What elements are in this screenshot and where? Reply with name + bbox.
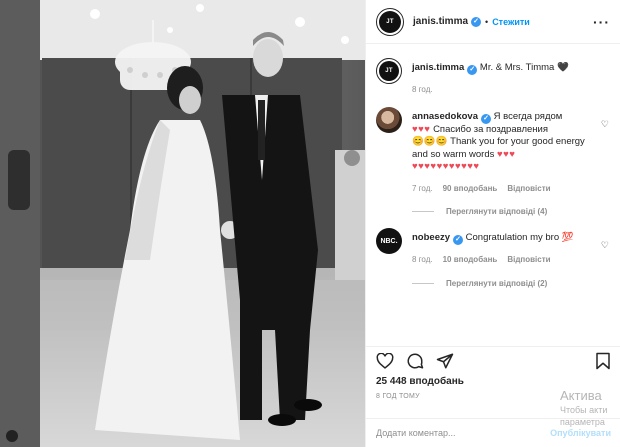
caption-avatar-text: JT bbox=[379, 61, 399, 81]
view-replies-button[interactable]: Переглянути відповіді (4) bbox=[412, 207, 611, 216]
share-icon[interactable] bbox=[436, 352, 454, 370]
comment-body: nobeezy ✓ Congratulation my bro 💯 8 год. … bbox=[412, 220, 597, 267]
comment-input[interactable] bbox=[376, 428, 546, 438]
bookmark-icon[interactable] bbox=[595, 352, 611, 370]
comment-meta: 7 год. 90 вподобань Відповісти bbox=[412, 183, 597, 196]
like-comment-heart-icon[interactable]: ♡ bbox=[601, 240, 609, 251]
author-username[interactable]: janis.timma bbox=[413, 16, 468, 27]
comment-meta: 8 год. 10 вподобань Відповісти bbox=[412, 254, 597, 267]
hearts-emoji: ♥♥♥ bbox=[497, 148, 516, 160]
caption-time[interactable]: 8 год. bbox=[412, 84, 433, 97]
reply-button[interactable]: Відповісти bbox=[507, 254, 550, 267]
post-timestamp[interactable]: 8 ГОД ТОМУ bbox=[376, 393, 420, 400]
comments-list[interactable]: JT janis.timma ✓ Mr. & Mrs. Timma 🖤 8 год… bbox=[366, 50, 620, 338]
reply-button[interactable]: Відповісти bbox=[507, 183, 550, 196]
comment-text: Congratulation my bro 💯 bbox=[465, 232, 574, 243]
comment-text-1: Я всегда рядом bbox=[493, 110, 563, 122]
publish-button[interactable]: Опублікувати bbox=[550, 428, 611, 438]
replies-line bbox=[412, 211, 434, 212]
verified-icon: ✓ bbox=[481, 113, 491, 124]
likes-count[interactable]: 25 448 вподобань bbox=[376, 376, 464, 387]
more-icon[interactable]: ··· bbox=[593, 14, 610, 30]
author-avatar-text: JT bbox=[379, 10, 401, 33]
comment-text-2: Спасибо за поздравления bbox=[433, 123, 548, 135]
hearts-emoji: ♥♥♥ bbox=[412, 123, 431, 135]
caption-meta: 8 год. bbox=[412, 84, 597, 97]
like-comment-heart-icon[interactable]: ♡ bbox=[601, 119, 609, 130]
comment-username[interactable]: annasedokova bbox=[412, 111, 478, 122]
post-header: JT janis.timma ✓ • Стежити ··· bbox=[366, 0, 620, 44]
commenter-avatar[interactable]: NBC. bbox=[376, 228, 402, 254]
hearts-emoji-row: ♥♥♥♥♥♥♥♥♥♥♥ bbox=[412, 161, 480, 172]
comment-icon[interactable] bbox=[406, 352, 424, 370]
commenter-avatar[interactable] bbox=[376, 106, 402, 133]
verified-icon: ✓ bbox=[453, 235, 464, 245]
post-actions-bar bbox=[366, 346, 620, 374]
comment-likes[interactable]: 90 вподобань bbox=[443, 183, 498, 196]
caption-row: JT janis.timma ✓ Mr. & Mrs. Timma 🖤 8 год… bbox=[376, 50, 611, 97]
caption-body: janis.timma ✓ Mr. & Mrs. Timma 🖤 8 год. bbox=[412, 50, 597, 97]
follow-button[interactable]: Стежити bbox=[492, 17, 530, 27]
verified-icon: ✓ bbox=[467, 65, 478, 75]
smile-emoji: 😊😊😊 bbox=[412, 136, 448, 147]
author-avatar[interactable]: JT bbox=[376, 7, 404, 36]
comment-likes[interactable]: 10 вподобань bbox=[443, 254, 498, 267]
caption-username[interactable]: janis.timma bbox=[412, 62, 464, 73]
heart-icon[interactable] bbox=[376, 352, 394, 369]
view-replies-button[interactable]: Переглянути відповіді (2) bbox=[412, 279, 611, 288]
replies-line bbox=[412, 282, 434, 284]
view-replies-label: Переглянути відповіді (4) bbox=[446, 207, 548, 216]
add-comment-bar: Опублікувати bbox=[366, 418, 620, 447]
comment-body: annasedokova ✓ Я всегда рядом ♥♥♥ Спасибо… bbox=[412, 99, 597, 196]
caption-avatar[interactable]: JT bbox=[376, 58, 402, 84]
caption-text: Mr. & Mrs. Timma 🖤 bbox=[479, 62, 569, 73]
comment-time[interactable]: 8 год. bbox=[412, 254, 433, 267]
view-replies-label: Переглянути відповіді (2) bbox=[446, 278, 548, 288]
separator-dot: • bbox=[485, 16, 489, 27]
post-photo[interactable] bbox=[0, 0, 365, 447]
comment-item: annasedokova ✓ Я всегда рядом ♥♥♥ Спасибо… bbox=[376, 99, 611, 196]
wedding-photo-image bbox=[0, 0, 365, 447]
comment-username[interactable]: nobeezy bbox=[412, 232, 450, 243]
comment-time[interactable]: 7 год. bbox=[412, 183, 433, 196]
verified-icon: ✓ bbox=[471, 16, 482, 27]
comment-item: NBC. nobeezy ✓ Congratulation my bro 💯 8 … bbox=[376, 220, 611, 267]
post-detail-panel: JT janis.timma ✓ • Стежити ··· JT janis.… bbox=[365, 0, 620, 447]
